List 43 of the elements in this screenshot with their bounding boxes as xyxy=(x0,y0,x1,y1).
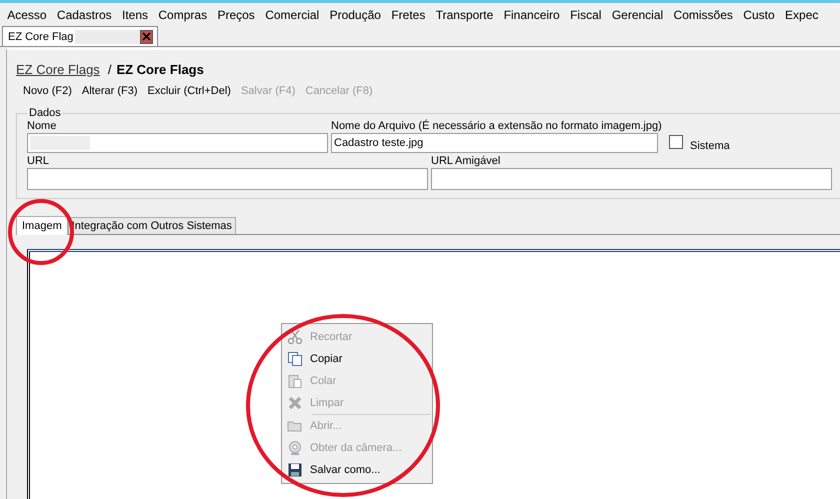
menu-item[interactable]: Gerencial xyxy=(606,8,668,22)
page-title: EZ Core Flags xyxy=(116,62,204,77)
close-icon[interactable] xyxy=(140,30,153,44)
checkbox[interactable] xyxy=(669,135,683,149)
menu-item[interactable]: Cadastros xyxy=(52,8,117,22)
group-title: Dados xyxy=(28,107,62,119)
highlight-circle xyxy=(8,199,74,265)
menu-item[interactable]: Acesso xyxy=(2,8,52,22)
menu-item[interactable]: Financeiro xyxy=(498,8,565,22)
document-tab[interactable]: EZ Core Flag xyxy=(2,26,158,46)
menu-item[interactable]: Copiar xyxy=(282,348,432,370)
copy-icon xyxy=(287,351,303,367)
input-field[interactable] xyxy=(27,133,328,153)
checkbox-label: Sistema xyxy=(690,139,730,153)
field-label: Nome xyxy=(27,119,58,133)
menu-item[interactable]: Expec xyxy=(780,8,824,22)
menu-item[interactable]: Custo xyxy=(738,8,780,22)
menu-item[interactable]: Comercial xyxy=(260,8,324,22)
menu-item[interactable]: Fretes xyxy=(386,8,431,22)
toolbar-button[interactable]: Alterar (F3) xyxy=(76,83,143,99)
menu-item[interactable]: Produção xyxy=(324,8,386,22)
tab[interactable]: Imagem xyxy=(16,216,68,235)
clipboard-icon xyxy=(287,373,303,389)
scissors-icon xyxy=(287,329,303,345)
menu-item[interactable]: Compras xyxy=(153,8,212,22)
webcam-icon xyxy=(287,440,303,456)
menu-item[interactable]: Fiscal xyxy=(564,8,607,22)
toolbar-button[interactable]: Excluir (Ctrl+Del) xyxy=(142,83,236,99)
x-icon xyxy=(287,395,303,411)
input-field[interactable] xyxy=(431,168,832,190)
menu-item[interactable]: Comissões xyxy=(668,8,738,22)
menu-item[interactable]: Itens xyxy=(116,8,154,22)
menu-item[interactable]: Salvar como... xyxy=(282,459,432,481)
input-field[interactable] xyxy=(27,168,428,190)
menu-item[interactable]: Transporte xyxy=(430,8,498,22)
toolbar-button[interactable]: Novo (F2) xyxy=(18,83,77,99)
input-field[interactable]: Cadastro teste.jpg xyxy=(331,133,658,153)
field-label: URL Amigável xyxy=(431,154,502,168)
menu-item[interactable]: Preços xyxy=(212,8,260,22)
breadcrumb-separator: / xyxy=(108,62,112,77)
breadcrumb-link[interactable]: EZ Core Flags xyxy=(16,62,103,77)
redacted-block xyxy=(75,30,140,44)
field-label: URL xyxy=(27,154,50,168)
